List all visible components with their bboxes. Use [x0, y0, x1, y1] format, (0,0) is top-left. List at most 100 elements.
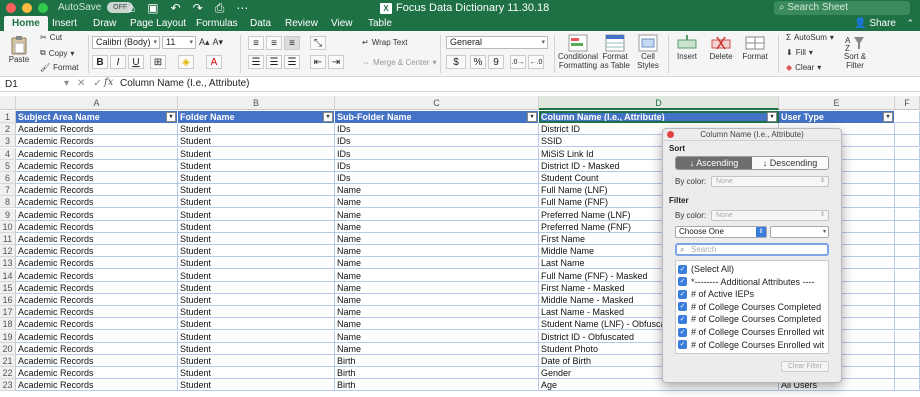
filter-dropdown-icon[interactable]: ▾	[883, 112, 893, 122]
more-icon[interactable]: ⋯	[236, 1, 248, 16]
table-cell[interactable]	[895, 342, 920, 355]
table-cell[interactable]: Name	[335, 220, 539, 233]
table-cell[interactable]	[895, 330, 920, 343]
table-cell[interactable]	[895, 111, 920, 123]
table-cell[interactable]: Student	[178, 184, 335, 197]
delete-cells-button[interactable]: Delete	[706, 34, 736, 61]
row-header[interactable]: 8	[0, 196, 16, 209]
format-painter-button[interactable]: 🖌 Format	[40, 63, 79, 72]
table-cell[interactable]	[895, 245, 920, 258]
table-cell[interactable]: Name	[335, 318, 539, 331]
row-header[interactable]: 2	[0, 123, 16, 136]
decrease-decimal-button[interactable]: ←.0	[528, 55, 544, 69]
filter-value-item[interactable]: ✓ # of College Courses in Progress	[678, 351, 823, 353]
table-header-cell-d[interactable]: Column Name (I.e., Attribute) ▾	[539, 111, 779, 123]
align-bottom-button[interactable]: ≡	[284, 36, 300, 50]
search-sheet-input[interactable]: ⌕ Search Sheet	[774, 1, 910, 15]
tab-formulas[interactable]: Formulas	[188, 16, 246, 31]
checkbox-checked-icon[interactable]: ✓	[678, 340, 687, 350]
table-cell[interactable]: Name	[335, 342, 539, 355]
share-button[interactable]: 👤 Share	[854, 16, 896, 31]
format-cells-button[interactable]: Format	[740, 34, 770, 61]
font-name-select[interactable]: Calibri (Body) ▾	[92, 36, 160, 49]
filter-dropdown-icon[interactable]: ▾	[767, 112, 777, 122]
number-format-select[interactable]: General ▾	[446, 36, 548, 49]
tab-page-layout[interactable]: Page Layout	[122, 16, 194, 31]
table-cell[interactable]: IDs	[335, 159, 539, 172]
name-box[interactable]: D1	[2, 78, 58, 91]
row-header[interactable]: 16	[0, 294, 16, 306]
borders-button[interactable]: ⊞	[150, 55, 166, 69]
table-cell[interactable]	[895, 172, 920, 184]
clear-filter-button[interactable]: Clear Filter	[781, 361, 829, 372]
row-header[interactable]: 4	[0, 147, 16, 160]
wrap-text-button[interactable]: ↵ Wrap Text	[362, 38, 407, 47]
insert-cells-button[interactable]: Insert	[672, 34, 702, 61]
tab-table[interactable]: Table	[360, 16, 400, 31]
table-header-cell-b[interactable]: Folder Name ▾	[178, 111, 335, 123]
checkbox-checked-icon[interactable]: ✓	[678, 302, 687, 312]
row-header[interactable]: 17	[0, 306, 16, 319]
table-cell[interactable]: Student	[178, 245, 335, 258]
minimize-window-icon[interactable]	[22, 3, 32, 13]
filter-value-input[interactable]: ▾	[770, 226, 829, 238]
percent-format-button[interactable]: %	[470, 55, 486, 69]
table-header-cell-a[interactable]: Subject Area Name ▾	[16, 111, 178, 123]
filter-value-item[interactable]: ✓ # of College Courses Completed	[678, 301, 821, 313]
format-as-table-button[interactable]: Format as Table	[600, 34, 630, 70]
table-cell[interactable]: Academic Records	[16, 196, 178, 209]
table-cell[interactable]: Academic Records	[16, 355, 178, 367]
decrease-font-icon[interactable]: A▾	[213, 37, 224, 48]
tab-data[interactable]: Data	[242, 16, 279, 31]
filter-dropdown-icon[interactable]: ▾	[166, 112, 176, 122]
table-cell[interactable]: Student	[178, 123, 335, 136]
row-header[interactable]: 9	[0, 208, 16, 221]
collapse-ribbon-icon[interactable]: ⌃	[906, 16, 914, 31]
underline-button[interactable]: U	[128, 55, 144, 69]
table-cell[interactable]: Academic Records	[16, 208, 178, 221]
table-cell[interactable]: Academic Records	[16, 342, 178, 355]
conditional-formatting-button[interactable]: Conditional Formatting	[558, 34, 598, 70]
align-left-button[interactable]: ☰	[248, 55, 264, 69]
table-cell[interactable]	[895, 367, 920, 380]
filter-value-item[interactable]: ✓ # of College Courses Enrolled wit	[678, 326, 824, 338]
sort-by-color-select[interactable]: None ⇕	[711, 176, 829, 187]
table-cell[interactable]: IDs	[335, 147, 539, 160]
table-cell[interactable]: Name	[335, 294, 539, 306]
table-cell[interactable]: Name	[335, 233, 539, 245]
table-cell[interactable]: Academic Records	[16, 184, 178, 197]
table-cell[interactable]: Student	[178, 342, 335, 355]
table-header-cell-c[interactable]: Sub-Folder Name ▾	[335, 111, 539, 123]
copy-button[interactable]: ⧉ Copy ▾	[40, 48, 74, 58]
table-cell[interactable]: Academic Records	[16, 159, 178, 172]
decrease-indent-button[interactable]: ⇤	[310, 55, 326, 69]
column-header-a[interactable]: A	[16, 96, 178, 110]
cell-styles-button[interactable]: Cell Styles	[634, 34, 662, 70]
align-middle-button[interactable]: ≡	[266, 36, 282, 50]
row-header[interactable]: 15	[0, 281, 16, 294]
formula-input[interactable]: Column Name (I.e., Attribute)	[120, 78, 250, 89]
clear-button[interactable]: ◆ Clear ▾	[786, 63, 821, 72]
row-header[interactable]: 21	[0, 355, 16, 367]
table-cell[interactable]: Academic Records	[16, 330, 178, 343]
table-cell[interactable]: Academic Records	[16, 367, 178, 380]
table-cell[interactable]	[895, 135, 920, 148]
zoom-window-icon[interactable]	[38, 3, 48, 13]
row-header[interactable]: 13	[0, 257, 16, 270]
autosave-toggle[interactable]: AutoSave OFF	[58, 2, 134, 13]
filter-dropdown-icon[interactable]: ▾	[323, 112, 333, 122]
checkbox-checked-icon[interactable]: ✓	[678, 289, 687, 299]
table-cell[interactable]	[895, 306, 920, 319]
table-cell[interactable]: Student	[178, 135, 335, 148]
table-cell[interactable]	[895, 281, 920, 294]
row-header[interactable]: 3	[0, 135, 16, 148]
table-cell[interactable]	[895, 318, 920, 331]
align-center-button[interactable]: ☰	[266, 55, 282, 69]
table-cell[interactable]: Academic Records	[16, 135, 178, 148]
table-cell[interactable]	[895, 379, 920, 392]
checkbox-checked-icon[interactable]: ✓	[678, 264, 687, 274]
cut-button[interactable]: ✂ Cut	[40, 33, 62, 42]
chevron-down-icon[interactable]: ▾	[64, 78, 77, 89]
table-cell[interactable]: Name	[335, 281, 539, 294]
table-cell[interactable]: Name	[335, 269, 539, 282]
